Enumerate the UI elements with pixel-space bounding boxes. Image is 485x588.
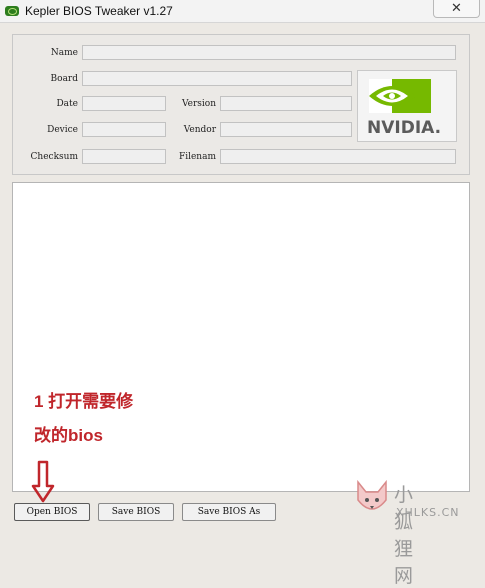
- nvidia-logo-text: NVIDIA.: [367, 118, 442, 138]
- annotation-arrow-icon: [31, 460, 55, 503]
- name-label: Name: [50, 48, 78, 58]
- vendor-label: Vendor: [183, 125, 216, 135]
- device-label: Device: [47, 125, 78, 135]
- vendor-field[interactable]: [220, 122, 352, 137]
- watermark-cn-text: 小狐狸网: [394, 484, 414, 587]
- board-field[interactable]: [82, 71, 352, 86]
- annotation-line-1: 1 打开需要修: [34, 392, 134, 411]
- close-icon: ✕: [451, 0, 462, 15]
- fox-logo-icon: [357, 479, 387, 510]
- window-title: Kepler BIOS Tweaker v1.27: [25, 4, 173, 18]
- version-field[interactable]: [220, 96, 352, 111]
- save-bios-as-button[interactable]: Save BIOS As: [182, 503, 276, 521]
- version-label: Version: [181, 99, 216, 109]
- date-label: Date: [56, 99, 78, 109]
- nvidia-eye-icon: [369, 79, 431, 113]
- open-bios-button[interactable]: Open BIOS: [14, 503, 90, 521]
- annotation-line-2: 改的bios: [34, 426, 103, 445]
- board-label: Board: [50, 74, 78, 84]
- save-bios-button[interactable]: Save BIOS: [98, 503, 174, 521]
- app-icon: [5, 6, 19, 16]
- watermark-en-text: XHLKS.CN: [396, 506, 460, 519]
- title-bar: Kepler BIOS Tweaker v1.27 ✕: [0, 0, 485, 23]
- filename-label: Filenam: [178, 152, 216, 162]
- checksum-label: Checksum: [30, 152, 78, 162]
- nvidia-logo: NVIDIA.: [357, 70, 457, 142]
- name-field[interactable]: [82, 45, 456, 60]
- filename-field[interactable]: [220, 149, 456, 164]
- close-button[interactable]: ✕: [433, 0, 480, 18]
